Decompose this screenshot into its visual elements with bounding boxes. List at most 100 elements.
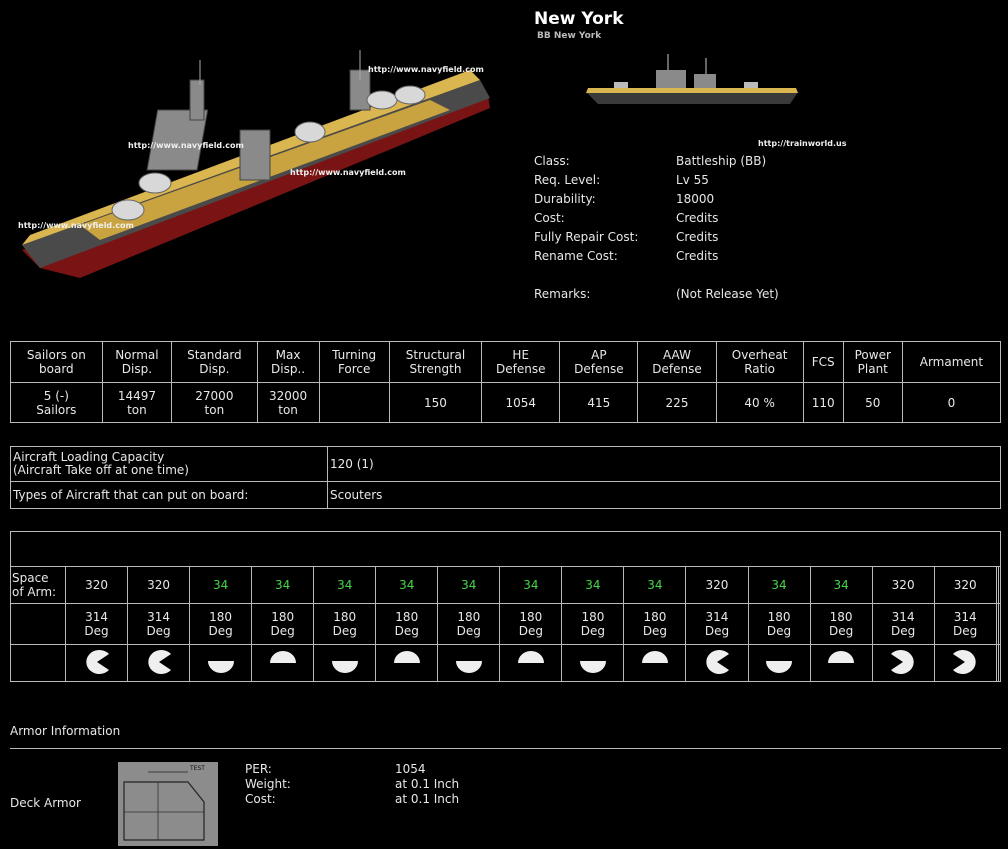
- aircraft-types-row: Types of Aircraft that can put on board:…: [10, 481, 1001, 509]
- arm-deg-value: 180 Deg: [375, 603, 439, 645]
- armament-header-cell: [10, 531, 1001, 567]
- arm-slot-icon-cell[interactable]: [685, 644, 749, 682]
- section-divider: [10, 748, 1001, 749]
- aircraft-types-value: Scouters: [327, 481, 1001, 509]
- armor-label: Weight:: [245, 777, 291, 791]
- arm-deg-value: 180 Deg: [251, 603, 315, 645]
- info-label: Req. Level:: [534, 173, 601, 187]
- arm-slot-icon-cell[interactable]: [313, 644, 377, 682]
- info-label: Rename Cost:: [534, 249, 618, 263]
- half-up-icon: [641, 650, 669, 678]
- deck-armor-label: Deck Armor: [10, 796, 81, 810]
- arm-deg-value: 314 Deg: [64, 603, 129, 645]
- arm-deg-value: 314 Deg: [933, 603, 997, 645]
- arm-slot-icon-cell[interactable]: [437, 644, 501, 682]
- arm-slot-icon-cell[interactable]: [251, 644, 315, 682]
- arm-space-value: 320: [871, 566, 935, 604]
- watermark: http://www.navyfield.com: [128, 141, 244, 150]
- arm-slot-icon-cell[interactable]: [933, 644, 997, 682]
- armor-value: 1054: [395, 762, 426, 776]
- stats-value: 5 (-) Sailors: [10, 382, 103, 423]
- half-up-icon: [269, 650, 297, 678]
- stats-table: Sailors on board Normal Disp. Standard Disp…: [10, 341, 1002, 423]
- half-down-icon: [455, 660, 483, 678]
- arm-deg-value: 314 Deg: [127, 603, 191, 645]
- arm-space-value: 320: [127, 566, 191, 604]
- armor-value: at 0.1 Inch: [395, 777, 460, 791]
- half-up-icon: [827, 650, 855, 678]
- arm-deg-value: 314 Deg: [871, 603, 935, 645]
- stats-value: 1054: [481, 382, 561, 423]
- stats-value: 110: [802, 382, 844, 423]
- arm-slot-icon-cell[interactable]: [375, 644, 439, 682]
- watermark: http://www.navyfield.com: [290, 168, 406, 177]
- stats-header: Armament: [901, 341, 1002, 383]
- watermark: http://www.navyfield.com: [18, 221, 134, 230]
- arm-deg-value: 314 Deg: [685, 603, 749, 645]
- aircraft-capacity-value: 120 (1): [327, 446, 1001, 482]
- stats-value: 50: [842, 382, 903, 423]
- half-down-icon: [765, 660, 793, 678]
- info-value: Credits: [676, 211, 719, 225]
- half-up-icon: [393, 650, 421, 678]
- armor-label: Cost:: [245, 792, 276, 806]
- arm-deg-value: 180 Deg: [313, 603, 377, 645]
- stats-header: Turning Force: [318, 341, 390, 383]
- arm-space-value: 320: [685, 566, 749, 604]
- arm-space-value: 34: [251, 566, 315, 604]
- aircraft-types-label: Types of Aircraft that can put on board:: [10, 481, 328, 509]
- stats-value-row: 5 (-) Sailors 14497 ton 27000 ton 32000 ton …: [10, 382, 1002, 423]
- empty-cell: [10, 644, 66, 682]
- stats-header: Sailors on board: [10, 341, 103, 383]
- stats-header: Overheat Ratio: [715, 341, 804, 383]
- turret-right-icon: [145, 649, 173, 678]
- info-value: 18000: [676, 192, 715, 206]
- arm-slot-icon-cell[interactable]: [64, 644, 129, 682]
- aircraft-capacity-row: Aircraft Loading Capacity (Aircraft Take …: [10, 446, 1001, 482]
- arm-deg-value: 180 Deg: [561, 603, 625, 645]
- info-value: Credits: [676, 249, 719, 263]
- arm-space-value: 34: [437, 566, 501, 604]
- stats-header: Power Plant: [842, 341, 903, 383]
- armor-label: PER:: [245, 762, 272, 776]
- stats-value: 0: [901, 382, 1002, 423]
- armor-info-title: Armor Information: [10, 724, 121, 738]
- deck-armor-schematic: TEST: [118, 762, 218, 846]
- stats-header: Max Disp..: [256, 341, 320, 383]
- arm-slot-icon-cell[interactable]: [189, 644, 253, 682]
- turret-right-icon: [703, 649, 731, 678]
- schematic-label: TEST: [189, 765, 205, 772]
- stats-value: 27000 ton: [171, 382, 258, 423]
- arm-slot-icon-cell[interactable]: [623, 644, 687, 682]
- arm-slot-icon-cell[interactable]: [561, 644, 625, 682]
- stats-header: Normal Disp.: [101, 341, 173, 383]
- stats-header: Standard Disp.: [171, 341, 258, 383]
- info-label: Remarks:: [534, 287, 591, 301]
- info-label: Durability:: [534, 192, 596, 206]
- ship-subtitle: BB New York: [537, 31, 602, 41]
- stats-value: 225: [637, 382, 717, 423]
- arm-slot-icon-cell[interactable]: [871, 644, 935, 682]
- ship-name: New York: [534, 9, 624, 29]
- arm-space-value: 34: [375, 566, 439, 604]
- stats-header: AAW Defense: [637, 341, 717, 383]
- half-down-icon: [331, 660, 359, 678]
- aircraft-capacity-label: Aircraft Loading Capacity (Aircraft Take …: [10, 446, 328, 482]
- turret-left-icon: [951, 649, 979, 678]
- arm-space-value: 320: [64, 566, 129, 604]
- info-value: (Not Release Yet): [676, 287, 779, 301]
- stats-header-row: Sailors on board Normal Disp. Standard Disp…: [10, 341, 1002, 383]
- stats-value: 415: [559, 382, 639, 423]
- arm-slot-icon-cell[interactable]: [127, 644, 191, 682]
- arm-deg-value: 180 Deg: [499, 603, 563, 645]
- arm-slot-icon-cell[interactable]: [499, 644, 563, 682]
- watermark: http://www.navyfield.com: [368, 65, 484, 74]
- arm-space-value: 34: [747, 566, 811, 604]
- arm-slot-icon-cell[interactable]: [809, 644, 873, 682]
- armament-space-row: Space of Arm: 320 320 34 34 34 34 34 34 34 34 320 34…: [10, 566, 1002, 604]
- arm-slot-icon-cell[interactable]: [747, 644, 811, 682]
- empty-cell: [10, 603, 66, 645]
- arm-empty-slot: [997, 566, 1002, 604]
- arm-deg-value: 180 Deg: [189, 603, 253, 645]
- stats-value: 32000 ton: [256, 382, 320, 423]
